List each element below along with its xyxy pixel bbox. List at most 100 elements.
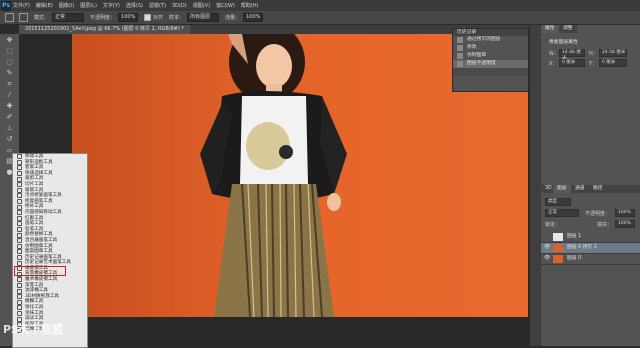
layers-opacity-field[interactable]: 100% — [615, 209, 635, 217]
history-panel-title[interactable]: 历史记录 — [453, 29, 528, 36]
flow-field[interactable]: 100% — [243, 13, 264, 22]
crop-tool-icon[interactable]: ⌗ — [5, 80, 14, 89]
tab-channels[interactable]: 通道 — [571, 185, 589, 193]
marquee-tool-icon[interactable]: ⬚ — [5, 47, 14, 56]
menu-help[interactable]: 帮助(H) — [241, 2, 259, 9]
history-item[interactable]: 仿制图章 — [453, 52, 528, 60]
visibility-eye-icon[interactable]: 👁 — [544, 256, 550, 261]
tab-paths[interactable]: 路径 — [589, 185, 607, 193]
tool-icon — [17, 282, 22, 288]
align-checkbox[interactable] — [144, 14, 152, 21]
options-bar: 模式： 正常 不透明度： 100% 对齐 样本： 所有图层 流量： 100% — [0, 11, 640, 25]
opacity-field[interactable]: 100% — [118, 13, 139, 22]
mode-label: 模式： — [34, 15, 50, 21]
mode-select[interactable]: 正常 — [52, 13, 85, 22]
tool-icon — [17, 238, 22, 244]
menu-filter[interactable]: 滤镜(T) — [149, 2, 166, 9]
lock-label: 锁定： — [545, 222, 561, 228]
layer-thumbnail — [553, 244, 563, 252]
document-tab[interactable]: 20151125202901_5AeY.jpeg @ 66.7% (图层 0 拷… — [19, 25, 190, 34]
move-tool-icon[interactable]: ✥ — [5, 36, 14, 45]
tab-layers[interactable]: 图层 — [553, 185, 571, 193]
tool-icon — [17, 260, 22, 266]
selection-highlight-box — [14, 266, 66, 276]
tool-icon — [17, 243, 22, 249]
tool-icon — [17, 254, 22, 260]
h-label: H： — [589, 51, 598, 57]
brush-tool-icon[interactable]: ✐ — [5, 113, 14, 122]
tab-adjustments[interactable]: 调整 — [559, 25, 577, 33]
visibility-eye-icon[interactable]: 👁 — [544, 245, 550, 250]
y-label: Y： — [589, 61, 598, 67]
lasso-tool-icon[interactable]: ◌ — [5, 58, 14, 67]
layer-filter-select[interactable]: 类型 — [545, 198, 571, 206]
menu-image[interactable]: 图像(I) — [59, 2, 74, 9]
fill-label: 填充： — [597, 222, 613, 228]
tool-icon — [17, 204, 22, 210]
tool-icon — [17, 171, 22, 177]
watermark-logo: PS天下联盟 — [3, 323, 63, 336]
menu-edit[interactable]: 编辑(E) — [36, 2, 53, 9]
x-field[interactable]: 0 厘米 — [559, 59, 585, 67]
visibility-eye-icon[interactable] — [544, 234, 550, 239]
tab-properties[interactable]: 属性 — [541, 25, 559, 33]
history-panel: 历史记录 通过拷贝的图层 修改 仿制图章 图层不透明度 — [452, 28, 529, 92]
tool-icon — [17, 176, 22, 182]
tool-icon — [17, 154, 22, 160]
menu-view[interactable]: 视图(V) — [193, 2, 210, 9]
layer-thumbnail — [553, 255, 563, 263]
layer-row[interactable]: 👁 图层 0 — [541, 254, 640, 265]
tool-icon — [17, 187, 22, 193]
layer-row[interactable]: 图层 1 — [541, 232, 640, 243]
history-state-icon — [457, 53, 463, 59]
menu-file[interactable]: 文件(F) — [13, 2, 30, 9]
history-item[interactable]: 通过拷贝的图层 — [453, 36, 528, 44]
sample-select[interactable]: 所有图层 — [187, 13, 220, 22]
layer-thumbnail — [553, 233, 563, 241]
flow-label: 流量： — [225, 15, 241, 21]
tool-icon — [17, 215, 22, 221]
healing-tool-icon[interactable]: ✚ — [5, 102, 14, 111]
tool-icon — [17, 299, 22, 305]
history-brush-tool-icon[interactable]: ↺ — [5, 135, 14, 144]
tool-icon — [17, 249, 22, 255]
menu-3d[interactable]: 3D(D) — [172, 3, 187, 9]
eyedropper-tool-icon[interactable]: ⁄ — [5, 91, 14, 100]
tool-icon — [17, 305, 22, 311]
tool-icon — [17, 182, 22, 188]
history-item-active[interactable]: 图层不透明度 — [453, 60, 528, 68]
tool-icon — [17, 232, 22, 238]
y-field[interactable]: 0 厘米 — [599, 59, 627, 67]
properties-title: 像素图层属性 — [549, 40, 578, 45]
brush-preset-icon[interactable] — [19, 13, 28, 22]
quick-select-tool-icon[interactable]: ✎ — [5, 69, 14, 78]
tool-icon — [17, 193, 22, 199]
tool-icon — [17, 159, 22, 165]
history-state-icon — [457, 61, 463, 67]
tool-icon — [17, 221, 22, 227]
menu-bar: Ps 文件(F) 编辑(E) 图像(I) 图层(L) 文字(Y) 选择(S) 滤… — [0, 0, 640, 11]
fill-field[interactable]: 100% — [615, 220, 635, 228]
history-item[interactable]: 修改 — [453, 44, 528, 52]
tool-icon — [17, 210, 22, 216]
layer-row-selected[interactable]: 👁 图层 0 拷贝 2 — [541, 243, 640, 254]
tool-icon — [17, 310, 22, 316]
layers-opacity-label: 不透明度： — [585, 211, 611, 217]
tool-icon — [17, 277, 22, 283]
opacity-label: 不透明度： — [90, 15, 116, 21]
w-label: W： — [549, 51, 559, 57]
menu-type[interactable]: 文字(Y) — [103, 2, 120, 9]
tool-preset-icon[interactable] — [5, 13, 14, 22]
menu-window[interactable]: 窗口(W) — [216, 2, 235, 9]
right-panels: 属性 调整 像素图层属性 W： 14.48 厘米 H： 24.58 厘米 X： … — [541, 25, 640, 346]
w-field[interactable]: 14.48 厘米 — [559, 49, 585, 61]
blend-mode-select[interactable]: 正常 — [545, 209, 579, 217]
photoshop-logo: Ps — [1, 0, 11, 11]
menu-layer[interactable]: 图层(L) — [80, 2, 97, 9]
clone-stamp-tool-icon[interactable]: ⊥ — [5, 124, 14, 133]
menu-select[interactable]: 选择(S) — [126, 2, 143, 9]
h-field[interactable]: 24.58 厘米 — [599, 49, 627, 57]
history-state-icon — [457, 45, 463, 51]
sample-label: 样本： — [169, 15, 185, 21]
tool-icon — [17, 294, 22, 300]
